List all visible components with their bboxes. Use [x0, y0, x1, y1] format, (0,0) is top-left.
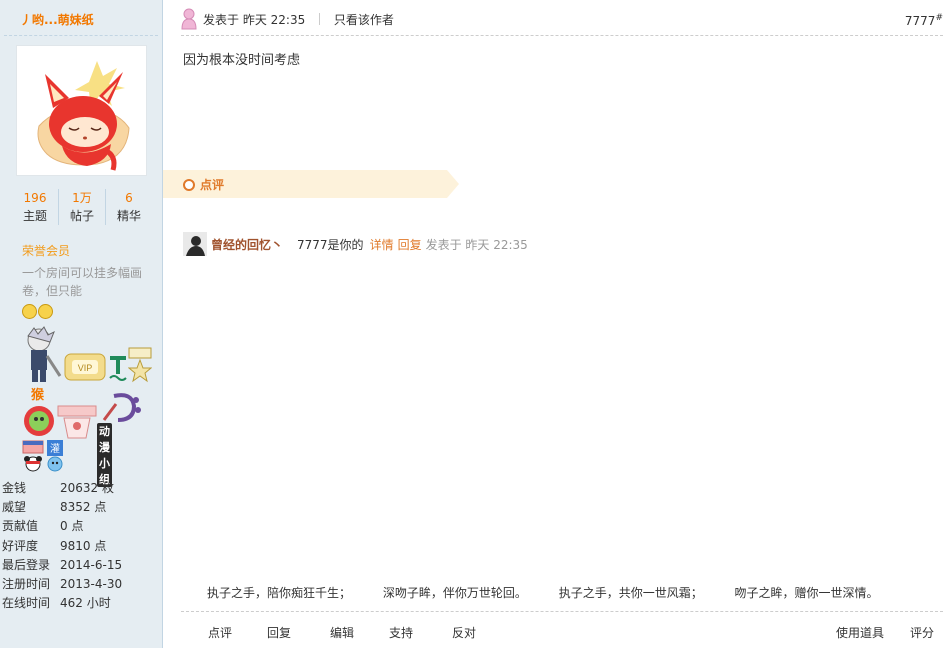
stat-value: 196: [23, 191, 47, 205]
panda-medal-icon[interactable]: [22, 455, 44, 473]
author-name-link[interactable]: 丿哟...萌妹纸: [20, 11, 94, 28]
svg-text:灌: 灌: [50, 443, 60, 455]
comment-section-title: 点评: [200, 178, 225, 192]
divider: [181, 611, 943, 612]
support-button[interactable]: 支持: [389, 624, 413, 641]
comment-text: 7777是你的: [297, 237, 364, 252]
svg-text:VIP: VIP: [78, 363, 93, 373]
info-row: 最后登录 2014-6-15: [2, 556, 162, 575]
bottle-medal-icon[interactable]: [46, 455, 64, 473]
comment-item: 曾经的回忆丶 7777是你的 详情 回复 发表于 昨天 22:35: [183, 231, 528, 257]
info-value: 8352 点: [60, 500, 107, 515]
signature-line: 深吻子眸，伴你万世轮回。: [382, 586, 527, 600]
info-key: 注册时间: [2, 576, 51, 591]
smiley-icon: [22, 304, 37, 319]
stat-threads[interactable]: 196 主题: [12, 189, 59, 225]
page: 丿哟...萌妹纸 196 主题 1万 帖子 6 精华 荣誉会员 一个房间可以挂多…: [0, 0, 951, 648]
circle-icon: [183, 179, 195, 191]
user-group[interactable]: 荣誉会员: [22, 242, 70, 259]
info-key: 好评度: [2, 538, 39, 553]
floor-number[interactable]: 7777#: [905, 13, 943, 28]
anime-group-label: 动漫小组: [97, 423, 112, 487]
stat-label: 主题: [22, 209, 47, 223]
info-value: 9810 点: [60, 538, 107, 553]
stat-value: 6: [125, 191, 133, 205]
info-key: 金钱: [2, 481, 27, 495]
info-row: 贡献值 0 点: [2, 517, 162, 536]
post-body: 因为根本没时间考虑: [183, 53, 301, 68]
info-key: 最后登录: [2, 557, 51, 572]
use-item-button[interactable]: 使用道具: [836, 624, 884, 641]
comment-detail-link[interactable]: 详情: [370, 236, 394, 253]
post-meta: 发表于 昨天 22:35 只看该作者: [203, 11, 394, 28]
floor-value: 7777: [904, 14, 936, 28]
comment-button[interactable]: 点评: [208, 624, 232, 641]
info-key: 在线时间: [2, 596, 51, 611]
smiley-icon: [38, 304, 53, 319]
only-author-link[interactable]: 只看该作者: [334, 13, 394, 27]
stat-digest[interactable]: 6 精华: [106, 189, 152, 225]
author-avatar[interactable]: [16, 45, 147, 176]
author-sidebar: 丿哟...萌妹纸 196 主题 1万 帖子 6 精华 荣誉会员 一个房间可以挂多…: [0, 0, 163, 648]
signature-line: 执子之手，共你一世风霜；: [558, 586, 703, 600]
info-value: 0 点: [60, 519, 84, 534]
comment-time: 发表于 昨天 22:35: [425, 237, 528, 252]
signature-line: 执子之手，陪你痴狂千生；: [207, 586, 352, 600]
female-user-icon: [181, 8, 197, 30]
star-medal-icon[interactable]: [128, 346, 152, 386]
divider: [4, 35, 158, 36]
stat-label: 精华: [116, 209, 141, 223]
info-row: 威望 8352 点: [2, 498, 162, 517]
post-header: 发表于 昨天 22:35 只看该作者 7777#: [181, 7, 943, 36]
info-value: 462 小时: [60, 596, 111, 611]
post-actions: 点评 回复 编辑 支持 反对 使用道具 评分: [163, 624, 951, 642]
info-row: 金钱 20632 枚: [2, 479, 162, 498]
tea-medal-icon[interactable]: [56, 404, 98, 440]
t-letter-medal-icon[interactable]: [108, 350, 128, 384]
info-key: 威望: [2, 500, 27, 515]
reply-button[interactable]: 回复: [267, 624, 291, 641]
info-row: 在线时间 462 小时: [2, 594, 162, 613]
stat-label: 帖子: [69, 209, 94, 223]
comment-section-header: 点评: [163, 170, 459, 198]
rate-button[interactable]: 评分: [910, 624, 934, 641]
info-row: 注册时间 2013-4-30: [2, 575, 162, 594]
post-main: 发表于 昨天 22:35 只看该作者 7777# 因为根本没时间考虑 点评 曾经…: [163, 0, 951, 648]
post-time: 发表于 昨天 22:35: [203, 13, 306, 27]
author-info-list: 金钱 20632 枚 威望 8352 点 贡献值 0 点 好评度 9810 点 …: [2, 479, 162, 613]
commenter-avatar[interactable]: [183, 232, 207, 256]
fox-avatar-image: [17, 46, 146, 175]
silhouette-icon: [183, 232, 207, 256]
commenter-name-link[interactable]: 曾经的回忆丶: [211, 236, 283, 253]
user-signature: 执子之手，陪你痴狂千生； 深吻子眸，伴你万世轮回。 执子之手，共你一世风霜； 吻…: [207, 584, 907, 601]
star-rating: [22, 304, 53, 319]
stat-posts[interactable]: 1万 帖子: [59, 189, 106, 225]
floor-suffix: #: [935, 13, 943, 23]
apple-medal-icon[interactable]: [22, 403, 56, 437]
vip-medal-icon[interactable]: VIP: [64, 350, 106, 384]
info-key: 贡献值: [2, 519, 39, 534]
info-value: 2014-6-15: [60, 557, 123, 572]
user-custom-title: 一个房间可以挂多幅画卷，但只能: [22, 266, 143, 298]
stat-value: 1万: [72, 191, 92, 205]
signature-line: 吻子之眸，赠你一世深情。: [734, 586, 879, 600]
medal-label: 猴: [31, 388, 45, 403]
author-stats: 196 主题 1万 帖子 6 精华: [12, 189, 152, 225]
cake-medal-icon[interactable]: [22, 437, 44, 455]
oppose-button[interactable]: 反对: [452, 624, 476, 641]
info-value: 20632 枚: [60, 481, 114, 495]
edit-button[interactable]: 编辑: [330, 624, 354, 641]
comment-reply-link[interactable]: 回复: [398, 236, 422, 253]
ninja-medal-icon[interactable]: [22, 326, 62, 384]
info-value: 2013-4-30: [60, 576, 123, 591]
divider: [319, 13, 321, 25]
info-row: 好评度 9810 点: [2, 537, 162, 556]
